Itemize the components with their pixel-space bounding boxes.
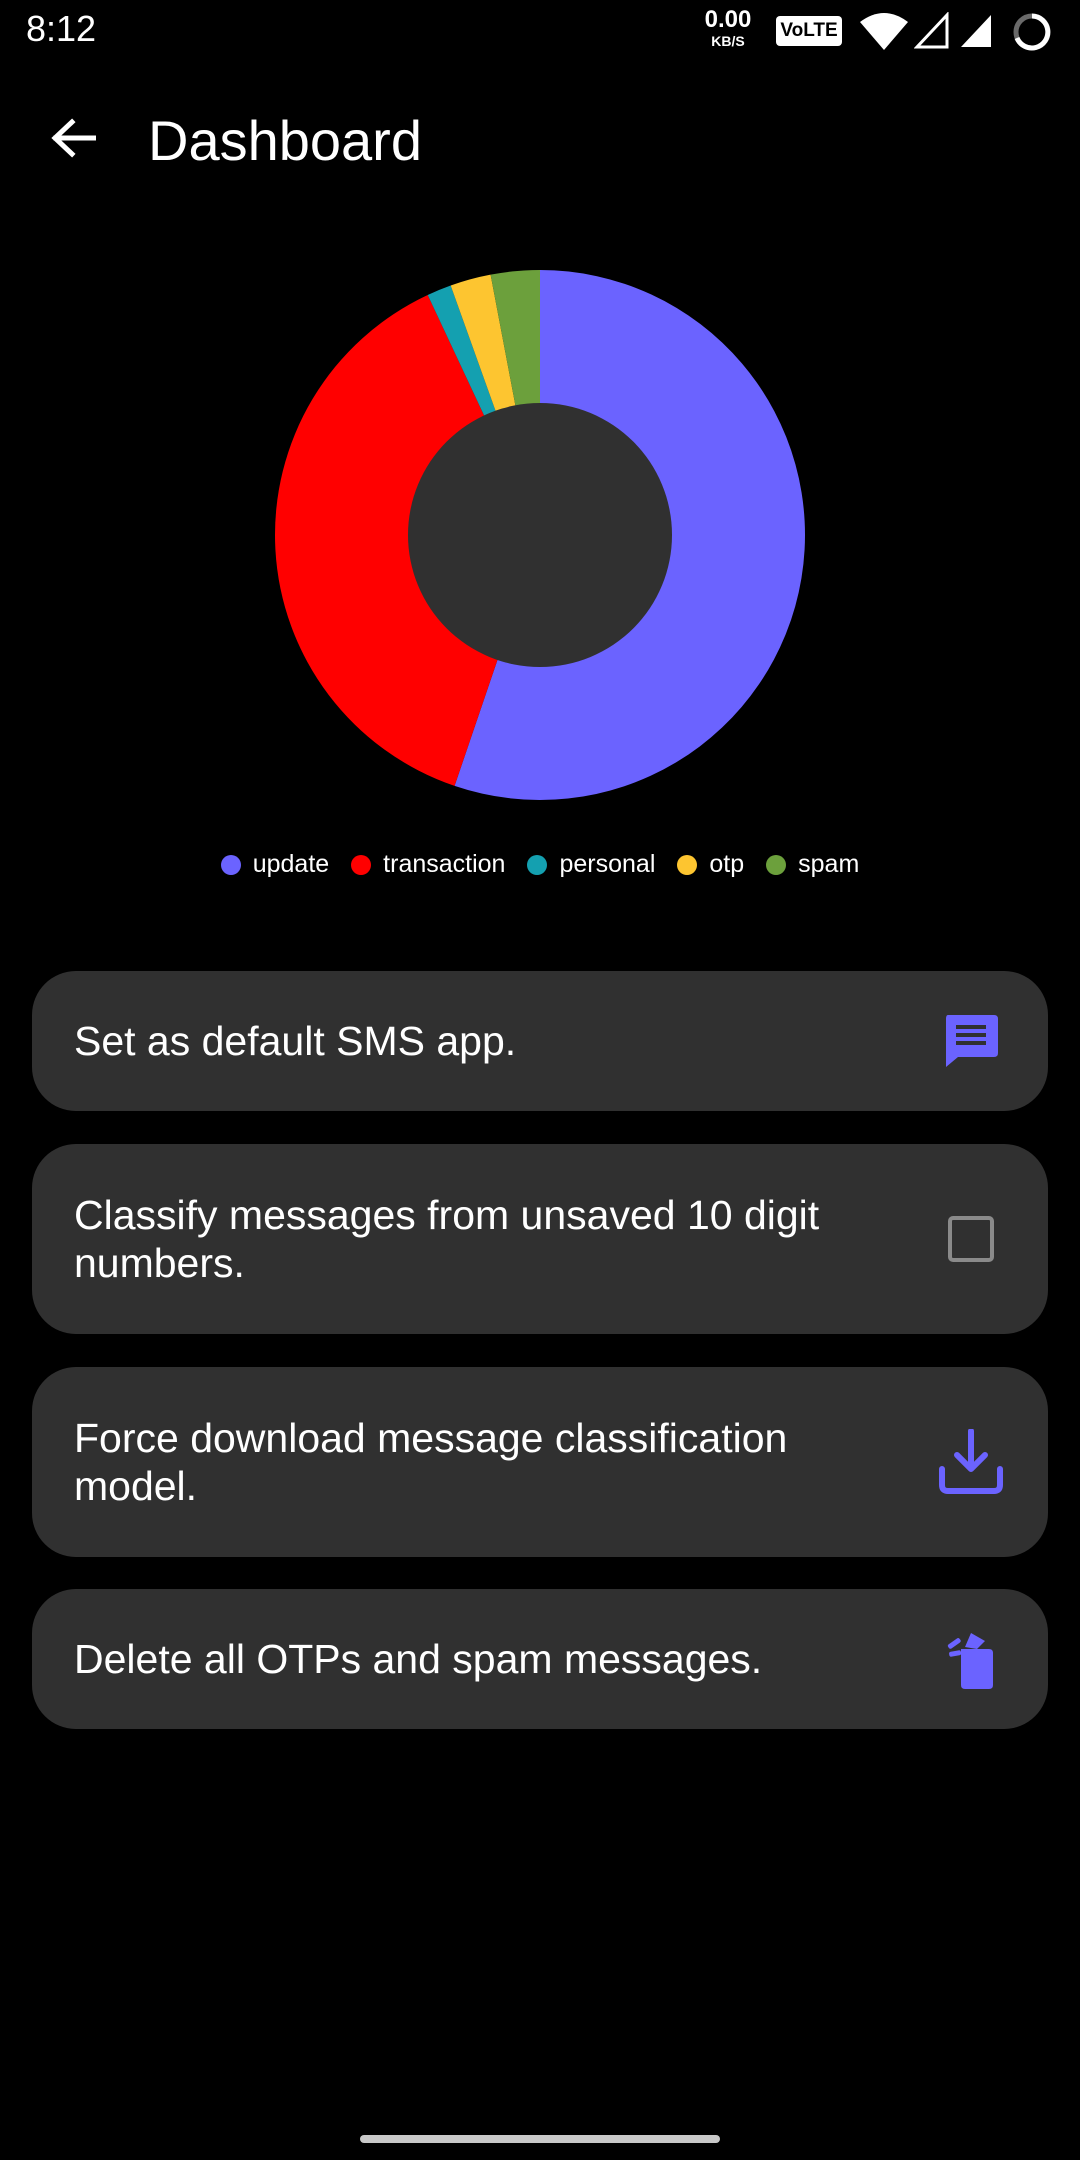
network-speed-unit: KB/S	[711, 33, 745, 49]
volte-badge: VoLTE	[776, 16, 842, 46]
page-title: Dashboard	[148, 109, 422, 172]
network-speed-value: 0.00	[704, 6, 752, 33]
legend-label-transaction: transaction	[383, 850, 506, 878]
force-download-label: Force download message classification mo…	[74, 1415, 788, 1509]
signal-outline-icon	[914, 12, 949, 49]
set-default-sms-label: Set as default SMS app.	[74, 1018, 517, 1064]
legend-item-otp: otp	[677, 850, 744, 879]
donut-hole	[408, 403, 672, 667]
legend-label-spam: spam	[798, 850, 860, 878]
legend-item-spam: spam	[766, 850, 859, 879]
legend-dot-transaction	[351, 854, 372, 875]
legend-item-personal: personal	[527, 850, 655, 879]
app-bar: Dashboard	[0, 88, 1080, 188]
wifi-icon	[860, 13, 908, 50]
download-icon	[936, 1429, 1006, 1495]
legend-label-personal: personal	[559, 850, 656, 878]
legend-dot-update	[220, 854, 241, 875]
home-indicator[interactable]	[360, 2135, 720, 2143]
signal-icon	[961, 15, 991, 47]
legend-dot-spam	[766, 854, 787, 875]
legend-label-otp: otp	[709, 850, 745, 878]
status-time: 8:12	[26, 8, 97, 49]
battery-ring-icon	[1013, 13, 1051, 51]
classification-chart: update transaction personal otp spam	[0, 250, 1080, 878]
back-button[interactable]	[38, 110, 108, 166]
checkbox-icon[interactable]	[936, 1214, 1006, 1264]
arrow-back-icon	[51, 118, 96, 158]
network-speed: 0.00 KB/S	[700, 6, 756, 49]
delete-otp-spam-card[interactable]: Delete all OTPs and spam messages.	[32, 1589, 1048, 1729]
legend-item-update: update	[220, 850, 330, 879]
legend-item-transaction: transaction	[351, 850, 505, 879]
classify-unsaved-card[interactable]: Classify messages from unsaved 10 digit …	[32, 1144, 1048, 1334]
legend-dot-personal	[527, 854, 548, 875]
set-default-sms-card[interactable]: Set as default SMS app.	[32, 971, 1048, 1111]
delete-otp-spam-label: Delete all OTPs and spam messages.	[74, 1636, 763, 1682]
message-icon	[936, 1013, 1006, 1069]
chart-legend: update transaction personal otp spam	[0, 850, 1080, 879]
donut-chart	[275, 270, 805, 800]
force-download-model-card[interactable]: Force download message classification mo…	[32, 1367, 1048, 1557]
classify-unsaved-label: Classify messages from unsaved 10 digit …	[74, 1192, 820, 1286]
legend-label-update: update	[252, 850, 330, 878]
status-bar: 8:12 0.00 KB/S VoLTE	[0, 0, 1080, 64]
clean-icon	[936, 1627, 1006, 1691]
legend-dot-otp	[677, 854, 698, 875]
